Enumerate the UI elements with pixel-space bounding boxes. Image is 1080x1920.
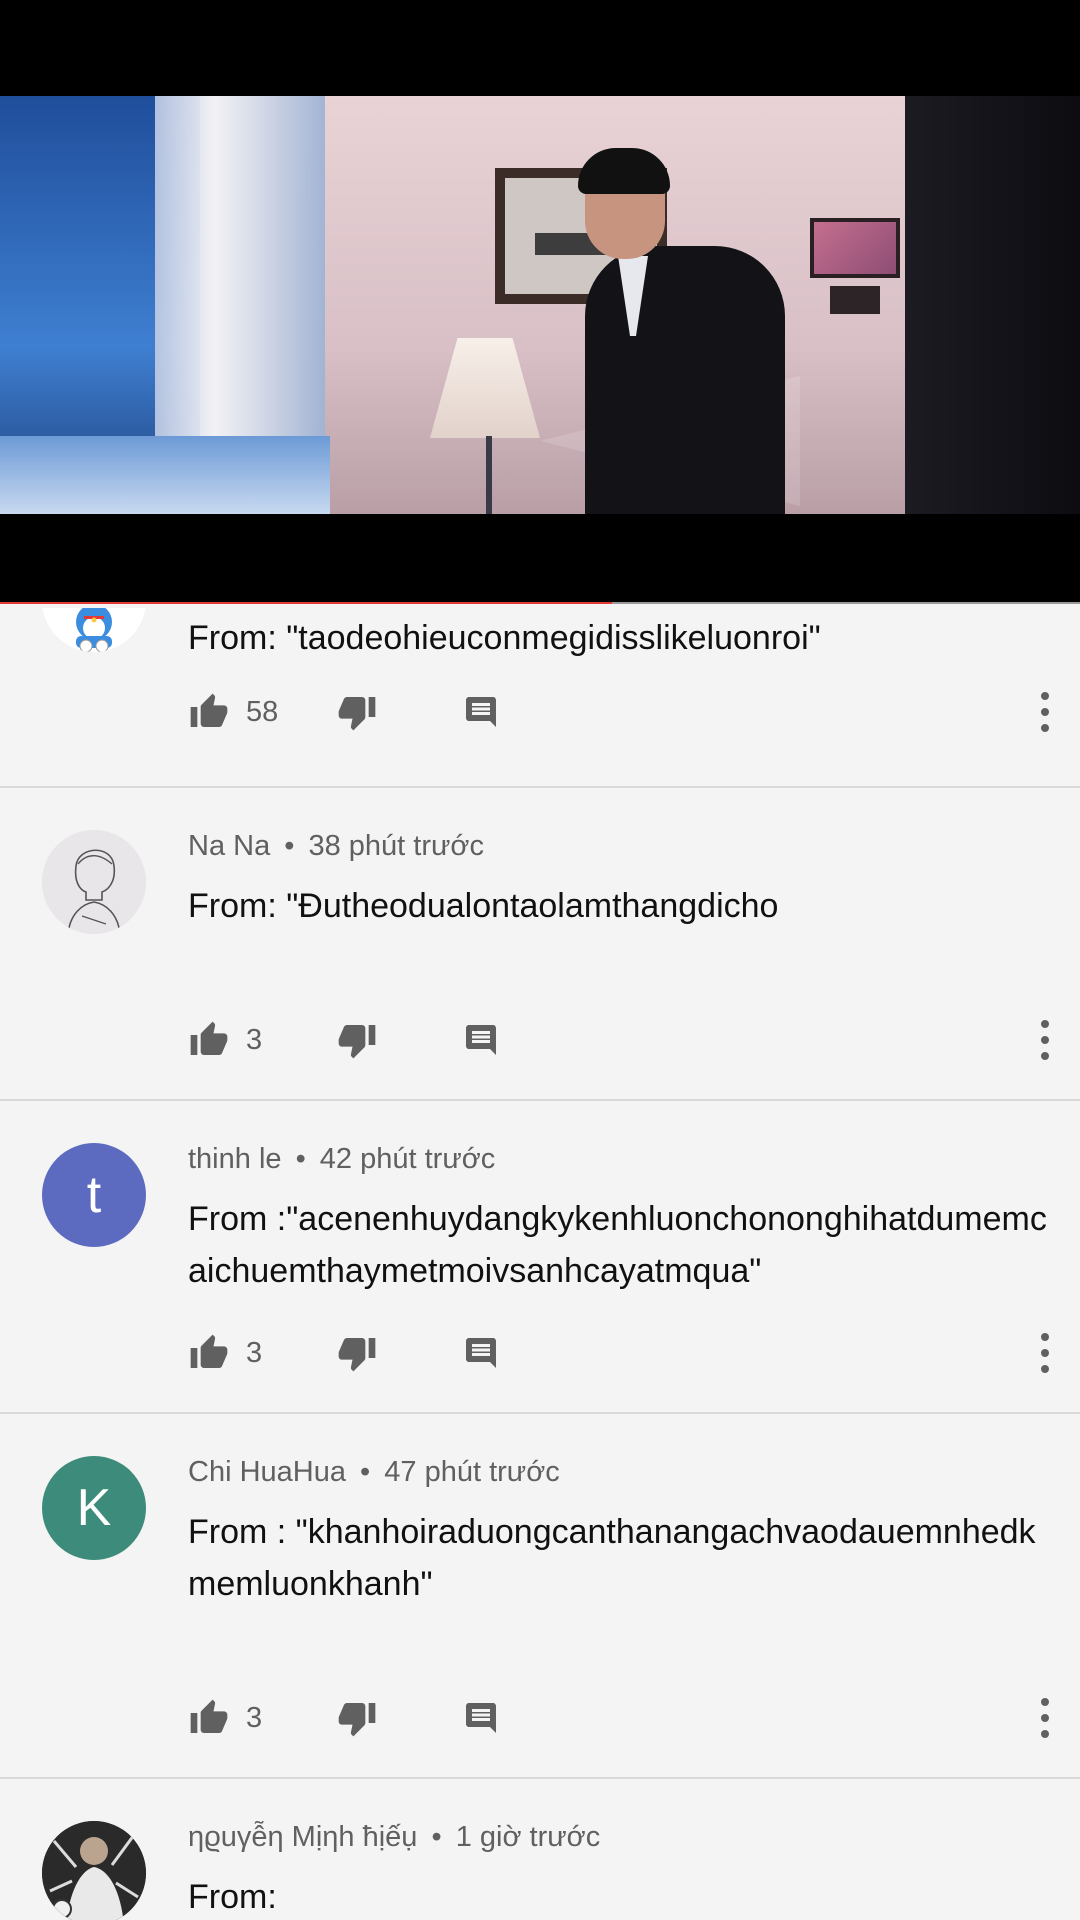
thumb-up-icon[interactable]	[188, 1332, 230, 1374]
thumb-down-icon[interactable]	[336, 1697, 378, 1739]
avatar[interactable]	[42, 1821, 146, 1920]
like-count: 58	[246, 695, 279, 728]
avatar-letter: K	[76, 1479, 112, 1537]
comment-actions: 3	[188, 1010, 1080, 1070]
comment-icon[interactable]	[460, 1019, 502, 1061]
thumb-up-icon[interactable]	[188, 1019, 230, 1061]
author-name[interactable]: Na Na	[188, 830, 270, 862]
comment-actions: 3	[188, 1323, 1080, 1383]
avatar[interactable]: K	[42, 1456, 146, 1560]
comment-meta: thinh le • 42 phút trước	[188, 1143, 495, 1176]
comment-text: From : "khanhoiraduongcanthanangachvaoda…	[188, 1513, 1036, 1603]
video-progress-bar[interactable]	[0, 602, 1080, 604]
avatar[interactable]: t	[42, 1143, 146, 1247]
comment-item: t thinh le • 42 phút trước From :"acenen…	[0, 1101, 1080, 1414]
scene-lampstand	[486, 436, 492, 514]
comment-icon[interactable]	[460, 691, 502, 733]
scene-person	[585, 246, 785, 514]
avatar-letter: t	[86, 1166, 102, 1224]
video-player[interactable]	[0, 0, 1080, 604]
comment-item: Na Na • 38 phút trước From: "Đutheodualo…	[0, 788, 1080, 1101]
comment-time: 38 phút trước	[308, 830, 484, 862]
thumb-up-icon[interactable]	[188, 691, 230, 733]
more-vert-icon[interactable]	[1038, 1698, 1052, 1738]
comment-time: 42 phút trước	[319, 1143, 496, 1175]
comment-text: From:	[188, 1878, 277, 1916]
thumb-down-icon[interactable]	[336, 1332, 378, 1374]
meta-separator: •	[284, 830, 295, 862]
comment-item: K Chi HuaHua • 47 phút trước From : "kha…	[0, 1414, 1080, 1779]
like-count: 3	[246, 1701, 263, 1734]
comment-actions: 3	[188, 1688, 1080, 1748]
scene-switch	[830, 286, 880, 314]
thumb-down-icon[interactable]	[336, 1019, 378, 1061]
more-vert-icon[interactable]	[1038, 1333, 1052, 1373]
comment-meta: Chi HuaHua • 47 phút trước	[188, 1456, 560, 1489]
more-vert-icon[interactable]	[1038, 1020, 1052, 1060]
comment-meta: ηϱuγễη Mịηh ħịếụ • 1 giờ trước	[188, 1821, 600, 1854]
avatar[interactable]	[42, 830, 146, 934]
comments-list[interactable]: From: "taodeohieuconmegidisslikeluonroi"…	[0, 608, 1080, 1920]
video-frame[interactable]	[0, 96, 1080, 514]
like-count: 3	[246, 1336, 263, 1369]
comment-text: From: "Đutheodualontaolamthangdicho	[188, 887, 779, 925]
meta-separator: •	[431, 1821, 442, 1853]
author-name[interactable]: ηϱuγễη Mịηh ħịếụ	[188, 1821, 417, 1853]
thumb-up-icon[interactable]	[188, 1697, 230, 1739]
comment-actions: 58	[188, 682, 1080, 742]
comment-text: From: "taodeohieuconmegidisslikeluonroi"	[188, 619, 821, 657]
comment-meta: Na Na • 38 phút trước	[188, 830, 484, 863]
doraemon-avatar-icon	[42, 608, 146, 652]
comment-icon[interactable]	[460, 1332, 502, 1374]
author-name[interactable]: thinh le	[188, 1143, 282, 1175]
meta-separator: •	[360, 1456, 371, 1488]
meta-separator: •	[295, 1143, 306, 1175]
scene-door	[905, 96, 1080, 514]
comment-item: From: "taodeohieuconmegidisslikeluonroi"…	[0, 608, 1080, 788]
comment-text: From :"acenenhuydangkykenhluonchononghih…	[188, 1200, 1047, 1290]
thumb-down-icon[interactable]	[336, 691, 378, 733]
like-count: 3	[246, 1023, 263, 1056]
comment-item: ηϱuγễη Mịηh ħịếụ • 1 giờ trước From:	[0, 1779, 1080, 1920]
video-progress-fill	[0, 602, 613, 604]
scene-bed	[0, 436, 330, 514]
more-vert-icon[interactable]	[1038, 692, 1052, 732]
author-name[interactable]: Chi HuaHua	[188, 1456, 346, 1488]
comment-time: 47 phút trước	[384, 1456, 560, 1488]
player-avatar-icon	[42, 1821, 146, 1920]
avatar[interactable]	[42, 608, 146, 652]
sketch-avatar-icon	[42, 830, 146, 934]
scene-poster	[810, 218, 900, 278]
comment-icon[interactable]	[460, 1697, 502, 1739]
comment-time: 1 giờ trước	[455, 1821, 601, 1853]
